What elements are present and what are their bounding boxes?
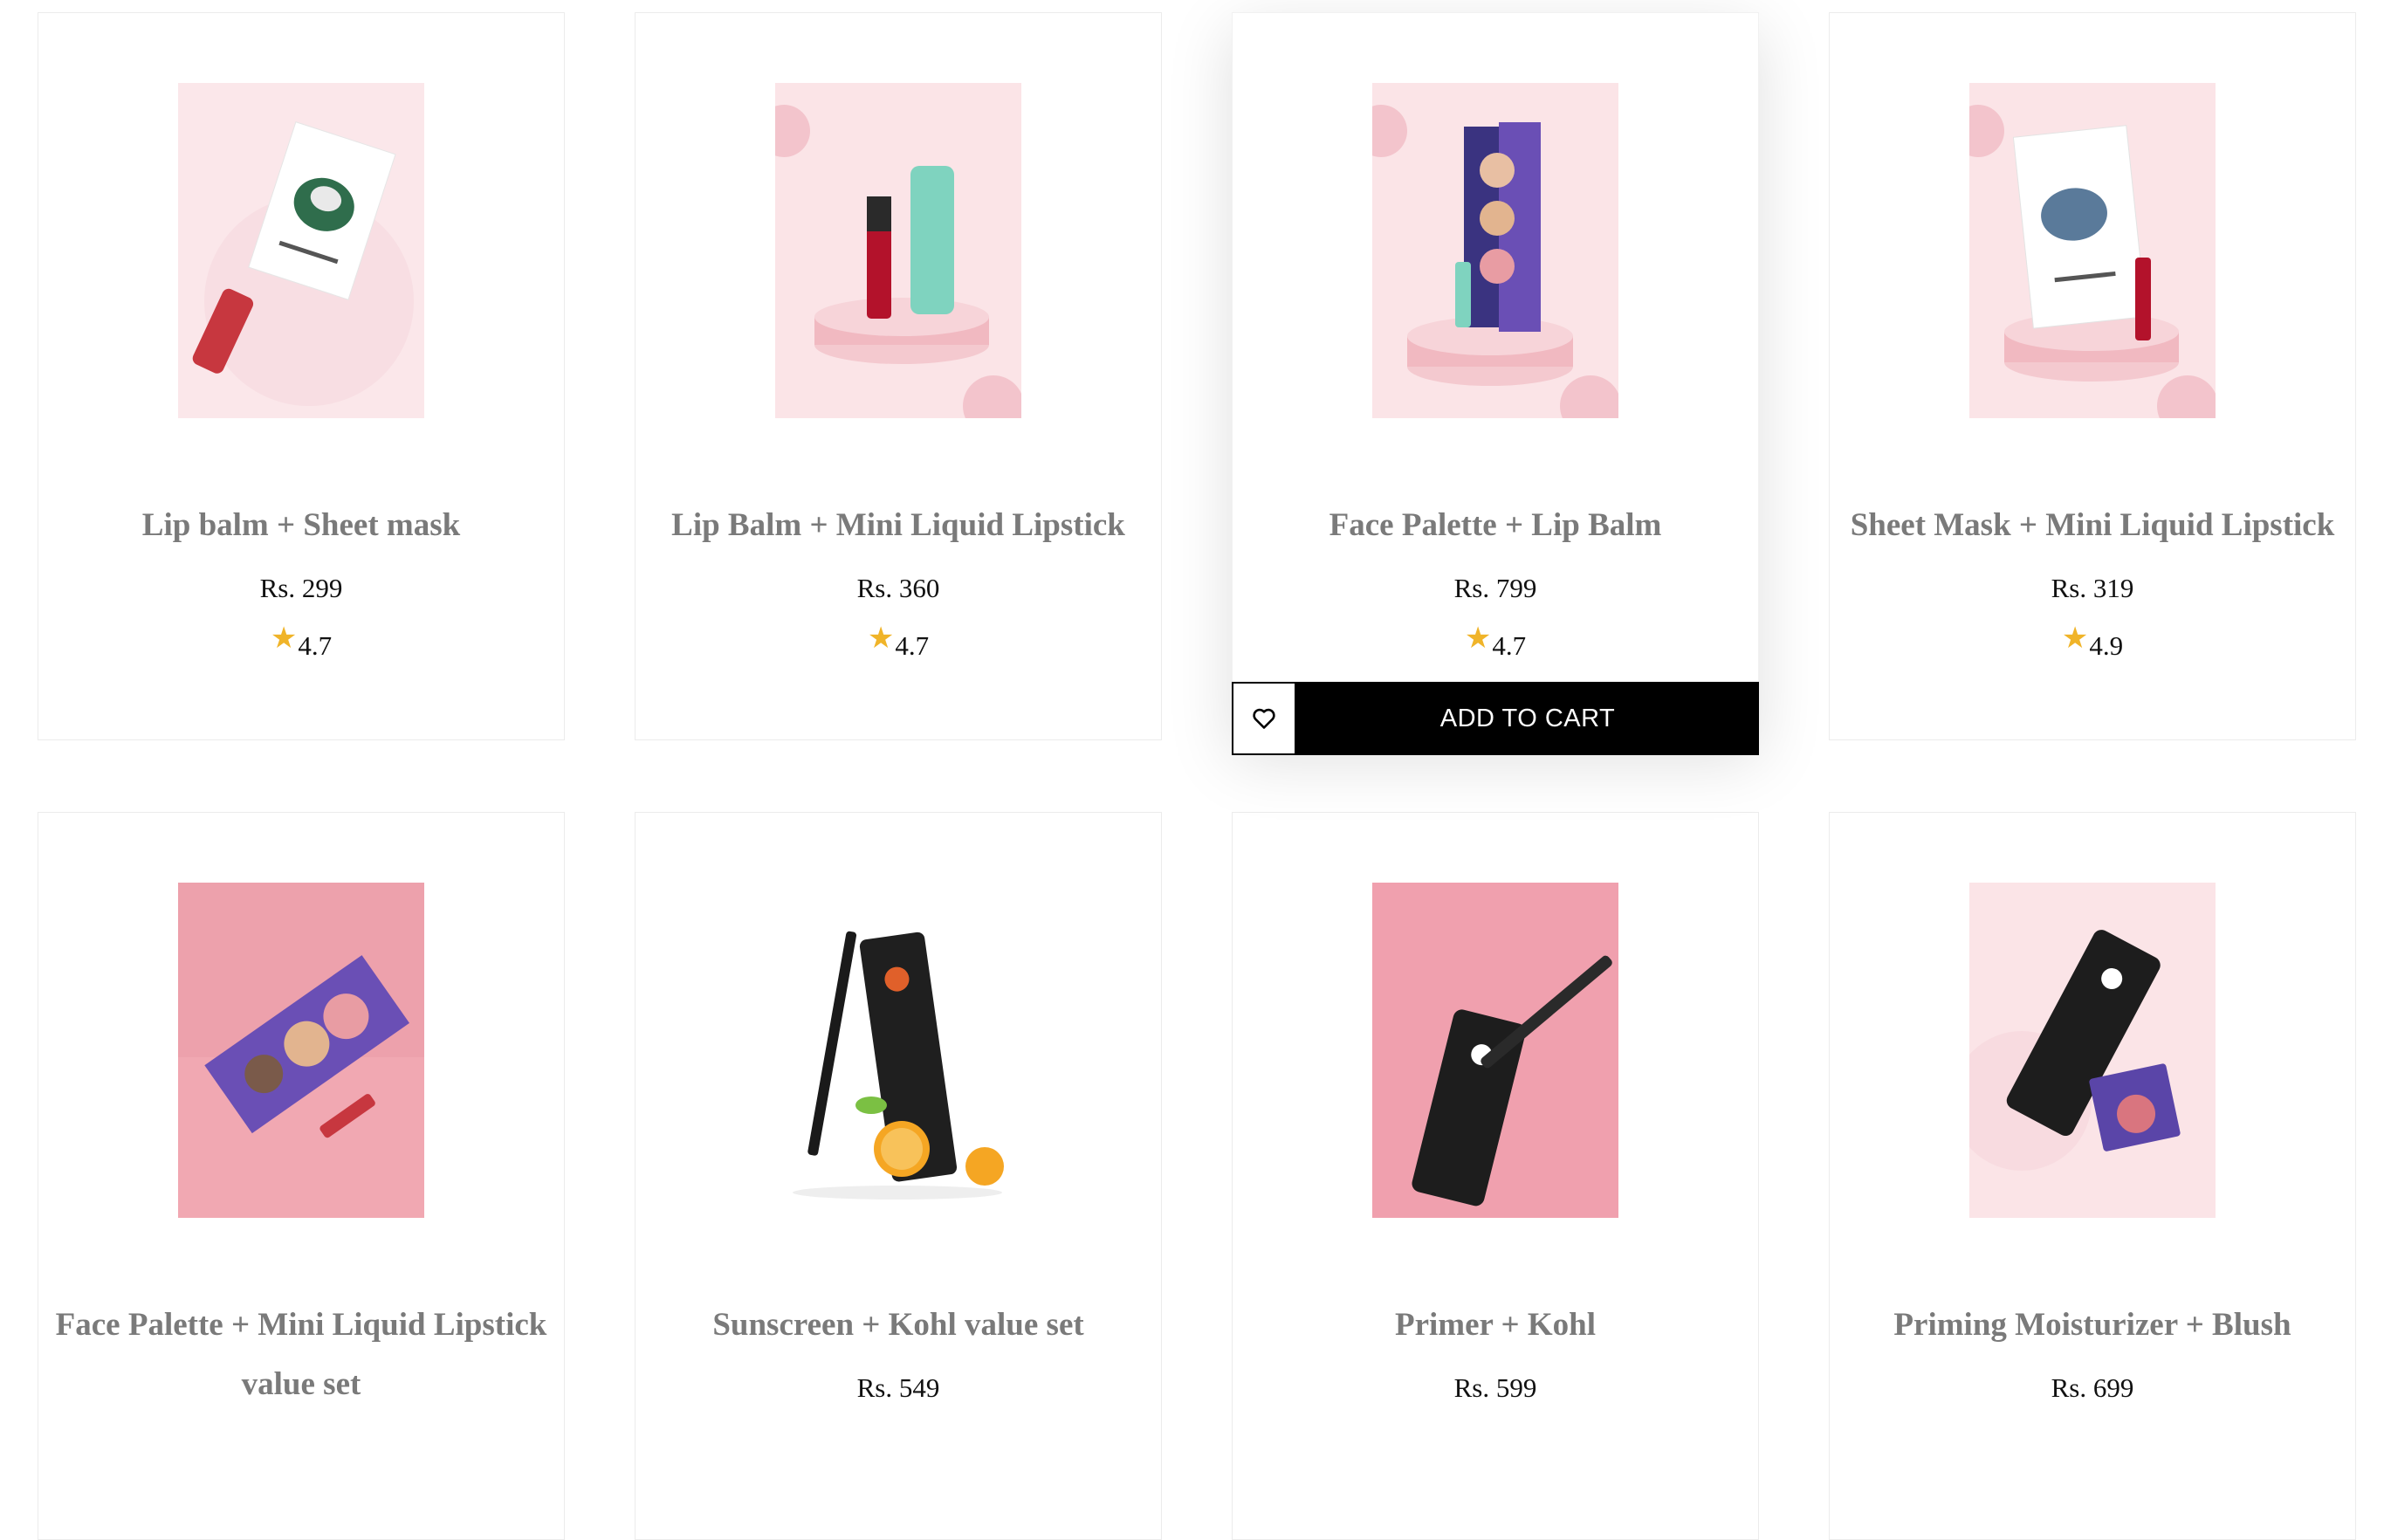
product-price: Rs. 799 (1453, 573, 1537, 603)
product-photo (1969, 883, 2216, 1218)
star-icon: ★ (270, 622, 298, 655)
rating-value: 4.7 (298, 630, 333, 661)
product-price: Rs. 360 (856, 573, 940, 603)
product-title[interactable]: Sunscreen + Kohl value set (636, 1296, 1161, 1355)
product-card[interactable]: Lip balm + Sheet mask Rs. 299 ★4.7 (38, 12, 565, 740)
star-icon: ★ (867, 622, 895, 655)
product-price: Rs. 699 (2051, 1372, 2134, 1403)
product-rating: ★4.7 (1233, 622, 1758, 664)
product-image[interactable] (1372, 883, 1618, 1218)
product-image[interactable] (1969, 83, 2216, 418)
rating-value: 4.7 (895, 630, 930, 661)
card-actions: ADD TO CART (1232, 682, 1759, 755)
product-photo (1969, 83, 2216, 418)
product-image[interactable] (775, 883, 1021, 1218)
star-icon: ★ (2061, 622, 2089, 655)
product-price: Rs. 319 (2051, 573, 2134, 603)
product-image[interactable] (1969, 883, 2216, 1218)
product-card[interactable]: Priming Moisturizer + Blush Rs. 699 (1829, 812, 2356, 1540)
product-title[interactable]: Sheet Mask + Mini Liquid Lipstick (1830, 496, 2355, 555)
product-rating: ★4.9 (1830, 622, 2355, 664)
heart-icon (1253, 708, 1275, 729)
product-image[interactable] (178, 83, 424, 418)
product-price: Rs. 299 (259, 573, 343, 603)
product-card[interactable]: Face Palette + Mini Liquid Lipstick valu… (38, 812, 565, 1540)
product-photo (775, 83, 1021, 418)
product-card[interactable]: Lip Balm + Mini Liquid Lipstick Rs. 360 … (635, 12, 1162, 740)
product-card[interactable]: Sunscreen + Kohl value set Rs. 549 (635, 812, 1162, 1540)
product-title[interactable]: Priming Moisturizer + Blush (1830, 1296, 2355, 1355)
product-price: Rs. 599 (1453, 1372, 1537, 1403)
star-icon: ★ (1464, 622, 1492, 655)
product-title[interactable]: Face Palette + Lip Balm (1233, 496, 1758, 555)
product-photo (1372, 83, 1618, 418)
product-photo (1372, 883, 1618, 1218)
product-price: Rs. 549 (856, 1372, 940, 1403)
product-photo (178, 83, 424, 418)
product-card[interactable]: Sheet Mask + Mini Liquid Lipstick Rs. 31… (1829, 12, 2356, 740)
rating-value: 4.9 (2089, 630, 2124, 661)
product-title[interactable]: Primer + Kohl (1233, 1296, 1758, 1355)
product-card[interactable]: Primer + Kohl Rs. 599 (1232, 812, 1759, 1540)
product-rating: ★4.7 (636, 622, 1161, 664)
product-rating: ★4.7 (38, 622, 564, 664)
product-photo (775, 883, 1021, 1218)
product-title[interactable]: Lip Balm + Mini Liquid Lipstick (636, 496, 1161, 555)
add-to-cart-button[interactable]: ADD TO CART (1296, 682, 1759, 755)
product-photo (178, 883, 424, 1218)
product-card-hovered[interactable]: Face Palette + Lip Balm Rs. 799 ★4.7 ADD… (1232, 12, 1759, 755)
product-title[interactable]: Lip balm + Sheet mask (38, 496, 564, 555)
product-image[interactable] (178, 883, 424, 1218)
product-image[interactable] (775, 83, 1021, 418)
product-title[interactable]: Face Palette + Mini Liquid Lipstick valu… (38, 1296, 564, 1414)
rating-value: 4.7 (1492, 630, 1527, 661)
wishlist-button[interactable] (1232, 682, 1296, 755)
product-image[interactable] (1372, 83, 1618, 418)
